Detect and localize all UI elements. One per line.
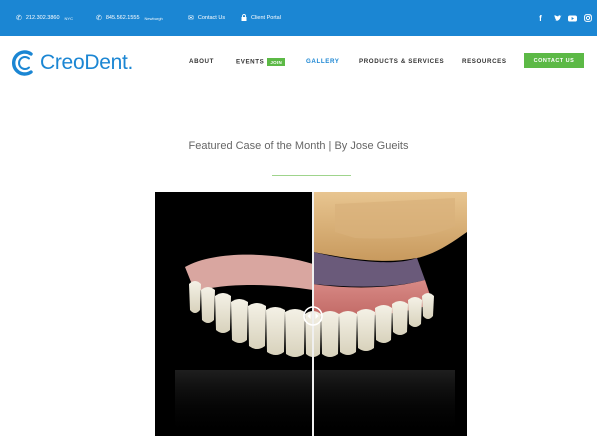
- contact-us-label: Contact Us: [197, 15, 226, 21]
- client-portal-label: Client Portal: [251, 15, 281, 21]
- reflection-shade: [175, 370, 455, 436]
- featured-case-title: Featured Case of the Month | By Jose Gue…: [188, 140, 409, 152]
- phone-icon: ✆: [96, 14, 102, 22]
- envelope-icon: ✉: [188, 14, 194, 22]
- phone-nyc-tag: NYC: [64, 15, 73, 21]
- top-utility-bar: ✆ 212.302.3860 NYC ✆ 845.562.1555 Newbur…: [0, 0, 597, 36]
- twitter-icon[interactable]: [553, 14, 562, 23]
- nav-events-label: EVENTS: [236, 58, 265, 66]
- nav-about[interactable]: ABOUT: [189, 58, 214, 65]
- logo-wordmark: CreoDent.: [40, 51, 133, 75]
- nav-products-services[interactable]: PRODUCTS & SERVICES: [359, 58, 444, 65]
- client-portal-link[interactable]: Client Portal: [241, 0, 281, 36]
- lock-icon: [241, 13, 247, 23]
- contact-us-link[interactable]: ✉ Contact Us: [188, 0, 225, 36]
- logo-c-mark-icon: [11, 50, 38, 76]
- nav-events[interactable]: EVENTS JOIN: [236, 58, 286, 66]
- join-badge[interactable]: JOIN: [267, 58, 286, 66]
- before-after-comparison[interactable]: [155, 192, 467, 436]
- social-links: f: [536, 0, 592, 36]
- facebook-icon[interactable]: f: [536, 14, 545, 23]
- phone-nyc-number: 212.302.3860: [25, 15, 60, 21]
- phone-icon: ✆: [16, 14, 22, 22]
- instagram-icon[interactable]: [583, 14, 592, 23]
- contact-us-button[interactable]: CONTACT US: [524, 53, 584, 68]
- logo-word-dent: Dent: [84, 51, 128, 74]
- nav-gallery[interactable]: GALLERY: [306, 58, 340, 65]
- phone-nyc-link[interactable]: ✆ 212.302.3860 NYC: [16, 0, 73, 36]
- phone-newburgh-link[interactable]: ✆ 845.562.1555 Newburgh: [96, 0, 163, 36]
- title-divider: [272, 175, 351, 176]
- logo-dot: .: [127, 51, 134, 74]
- left-gum-shape: [185, 254, 313, 292]
- logo-word-creo: Creo: [40, 51, 85, 74]
- site-header: CreoDent. ABOUT EVENTS JOIN GALLERY PRODU…: [0, 36, 597, 92]
- phone-newburgh-tag: Newburgh: [144, 15, 163, 21]
- creodent-logo[interactable]: CreoDent.: [11, 48, 133, 78]
- phone-newburgh-number: 845.562.1555: [105, 15, 140, 21]
- model-cast-image: [313, 192, 467, 287]
- youtube-icon[interactable]: [568, 14, 577, 23]
- nav-resources[interactable]: RESOURCES: [462, 58, 507, 65]
- comparison-divider[interactable]: [312, 192, 314, 436]
